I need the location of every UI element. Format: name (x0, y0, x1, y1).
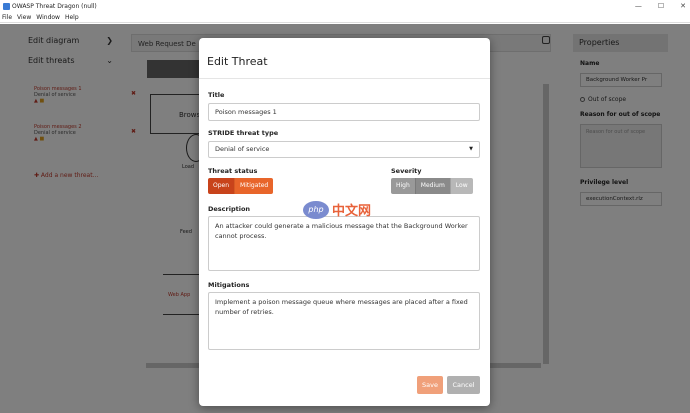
app-icon (3, 3, 10, 10)
dialog-title: Edit Threat (207, 55, 268, 68)
menu-window[interactable]: Window (36, 13, 60, 22)
mitigations-textarea[interactable]: Implement a poison message queue where m… (208, 292, 480, 350)
threat-status-group: Open Mitigated (208, 178, 274, 194)
severity-medium-button[interactable]: Medium (414, 178, 450, 194)
description-label: Description (208, 205, 251, 213)
status-mitigated-button[interactable]: Mitigated (234, 178, 274, 194)
title-input[interactable] (208, 103, 480, 121)
menu-help[interactable]: Help (65, 13, 79, 22)
menu-view[interactable]: View (17, 13, 31, 22)
caret-down-icon: ▼ (469, 146, 473, 152)
status-open-button[interactable]: Open (208, 178, 235, 194)
window-title: OWASP Threat Dragon (null) (12, 3, 97, 10)
cancel-button[interactable]: Cancel (447, 376, 480, 394)
menu-bar: File View Window Help (0, 13, 690, 23)
menu-file[interactable]: File (2, 13, 12, 22)
stride-selected-value: Denial of service (215, 145, 270, 153)
severity-high-button[interactable]: High (391, 178, 415, 194)
edit-threat-dialog: Edit Threat Title STRIDE threat type Den… (199, 38, 490, 406)
stride-select[interactable]: Denial of service ▼ (208, 141, 480, 158)
title-label: Title (208, 91, 225, 99)
watermark-text: 中文网 (332, 204, 372, 219)
maximize-button[interactable]: ☐ (658, 0, 664, 13)
dialog-divider (199, 78, 490, 79)
window-title-bar: OWASP Threat Dragon (null) — ☐ ✕ (0, 0, 690, 13)
mitigations-label: Mitigations (208, 281, 250, 289)
save-button[interactable]: Save (417, 376, 443, 394)
threat-status-label: Threat status (208, 167, 258, 175)
watermark-logo: php (303, 200, 329, 219)
description-textarea[interactable]: An attacker could generate a malicious m… (208, 216, 480, 271)
severity-low-button[interactable]: Low (449, 178, 473, 194)
severity-label: Severity (391, 167, 422, 175)
close-button[interactable]: ✕ (680, 0, 686, 13)
severity-group: High Medium Low (391, 178, 473, 194)
minimize-button[interactable]: — (635, 0, 642, 13)
watermark: php 中文网 (303, 200, 371, 219)
stride-label: STRIDE threat type (208, 129, 279, 137)
